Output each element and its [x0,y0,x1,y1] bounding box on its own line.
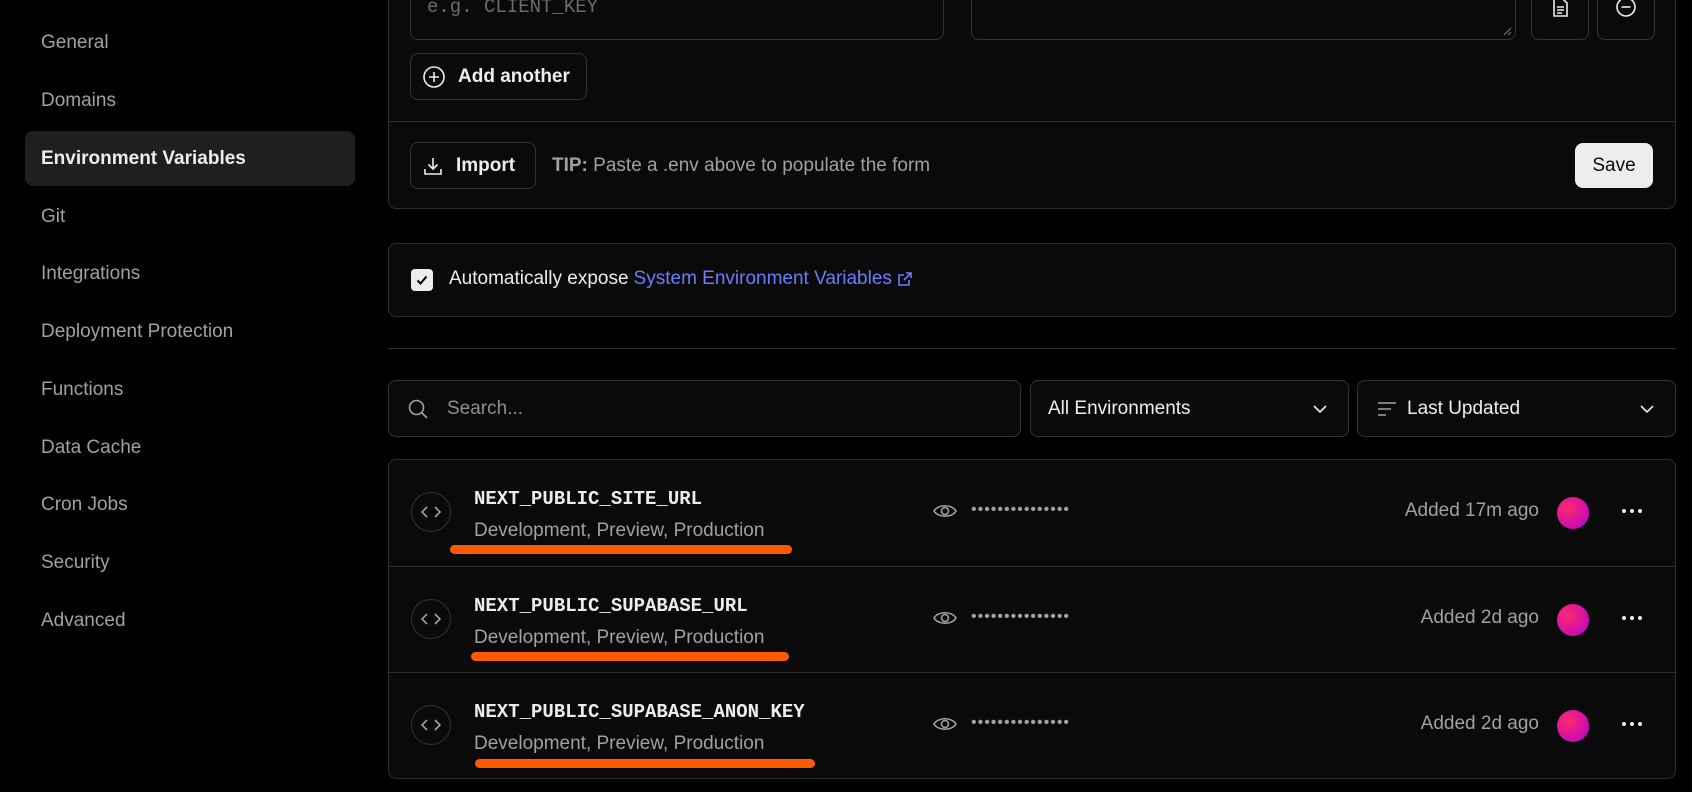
more-options-icon[interactable] [1621,607,1643,629]
environment-select-value: All Environments [1048,397,1191,419]
sidebar-item-security[interactable]: Security [25,535,355,590]
highlight-underline [450,545,792,554]
minus-circle-icon [1616,0,1636,17]
section-divider [388,348,1676,349]
download-icon [424,157,442,175]
system-env-vars-link[interactable]: System Environment Variables [634,268,892,290]
add-another-label: Add another [458,65,570,87]
added-timestamp: Added 2d ago [1420,607,1539,628]
eye-icon[interactable] [933,608,957,628]
avatar [1557,497,1589,529]
key-input-placeholder: e.g. CLIENT_KEY [427,0,599,18]
sidebar-item-data-cache[interactable]: Data Cache [25,420,355,475]
variable-environments: Development, Preview, Production [474,627,765,648]
form-divider [389,121,1675,122]
sidebar-item-label: Cron Jobs [41,493,128,515]
sidebar-item-label: Domains [41,89,116,111]
sidebar-item-cron-jobs[interactable]: Cron Jobs [25,477,355,532]
more-options-icon[interactable] [1621,713,1643,735]
tip-prefix: TIP: [552,155,588,176]
chevron-down-icon [1640,404,1654,413]
search-icon [408,399,428,419]
tip-body: Paste a .env above to populate the form [593,155,931,176]
auto-expose-text: Automatically expose System Environment … [449,268,914,290]
variable-name: NEXT_PUBLIC_SITE_URL [474,488,703,510]
external-link-icon [898,272,912,286]
tip-text: TIP: Paste a .env above to populate the … [552,155,930,177]
resize-handle-icon[interactable] [1502,26,1512,36]
main-content: e.g. CLIENT_KEY Add another Import TIP: … [388,0,1676,792]
sidebar-item-label: Advanced [41,609,126,631]
sidebar-item-label: Environment Variables [41,147,246,169]
sidebar-item-label: Security [41,551,110,573]
masked-value: ••••••••••••••• [971,608,1071,625]
chevron-down-icon [1313,404,1327,413]
environment-select[interactable]: All Environments [1030,380,1349,437]
auto-expose-card: Automatically expose System Environment … [388,243,1676,317]
sort-select-value: Last Updated [1407,397,1521,419]
sidebar-item-deployment-protection[interactable]: Deployment Protection [25,304,355,359]
avatar [1557,710,1589,742]
highlight-underline [475,759,815,768]
add-another-button[interactable]: Add another [410,53,587,100]
env-variables-list: NEXT_PUBLIC_SITE_URL Development, Previe… [388,459,1676,779]
auto-expose-prefix: Automatically expose [449,268,629,289]
remove-row-button[interactable] [1597,0,1655,40]
sort-select[interactable]: Last Updated [1357,380,1676,437]
added-timestamp: Added 2d ago [1420,713,1539,734]
save-button[interactable]: Save [1575,143,1653,188]
env-form-card: e.g. CLIENT_KEY Add another Import TIP: … [388,0,1676,209]
import-button[interactable]: Import [410,142,536,189]
check-icon [416,275,428,285]
code-icon [411,599,451,639]
masked-value: ••••••••••••••• [971,714,1071,731]
sidebar-item-advanced[interactable]: Advanced [25,593,355,648]
value-input[interactable] [971,0,1516,40]
table-row[interactable]: NEXT_PUBLIC_SUPABASE_ANON_KEY Developmen… [389,672,1675,778]
sidebar-item-domains[interactable]: Domains [25,73,355,128]
sidebar-item-functions[interactable]: Functions [25,362,355,417]
sidebar-item-general[interactable]: General [25,15,355,70]
search-input[interactable]: Search... [388,380,1021,437]
masked-value: ••••••••••••••• [971,501,1071,518]
sidebar-item-label: General [41,31,109,53]
file-button[interactable] [1531,0,1589,40]
sidebar-item-label: Integrations [41,262,141,284]
sidebar-item-label: Deployment Protection [41,320,234,342]
key-input[interactable]: e.g. CLIENT_KEY [410,0,944,40]
added-timestamp: Added 17m ago [1404,500,1539,521]
sidebar-item-label: Functions [41,378,124,400]
sidebar-item-environment-variables[interactable]: Environment Variables [25,131,355,186]
table-row[interactable]: NEXT_PUBLIC_SUPABASE_URL Development, Pr… [389,566,1675,672]
search-placeholder: Search... [447,397,524,419]
eye-icon[interactable] [933,501,957,521]
sidebar-item-integrations[interactable]: Integrations [25,246,355,301]
variable-environments: Development, Preview, Production [474,733,765,754]
code-icon [411,492,451,532]
sidebar-item-label: Git [41,205,66,227]
variable-name: NEXT_PUBLIC_SUPABASE_ANON_KEY [474,701,805,723]
table-row[interactable]: NEXT_PUBLIC_SITE_URL Development, Previe… [389,460,1675,566]
more-options-icon[interactable] [1621,500,1643,522]
auto-expose-checkbox[interactable] [411,269,433,291]
eye-icon[interactable] [933,714,957,734]
sort-icon [1378,401,1396,416]
import-label: Import [456,154,516,176]
avatar [1557,604,1589,636]
highlight-underline [471,652,789,661]
sidebar-item-git[interactable]: Git [25,189,355,244]
sidebar-item-label: Data Cache [41,436,142,458]
variable-name: NEXT_PUBLIC_SUPABASE_URL [474,595,748,617]
save-label: Save [1592,154,1636,176]
variable-environments: Development, Preview, Production [474,520,765,541]
file-icon [1553,0,1568,17]
code-icon [411,705,451,745]
plus-circle-icon [423,65,445,88]
